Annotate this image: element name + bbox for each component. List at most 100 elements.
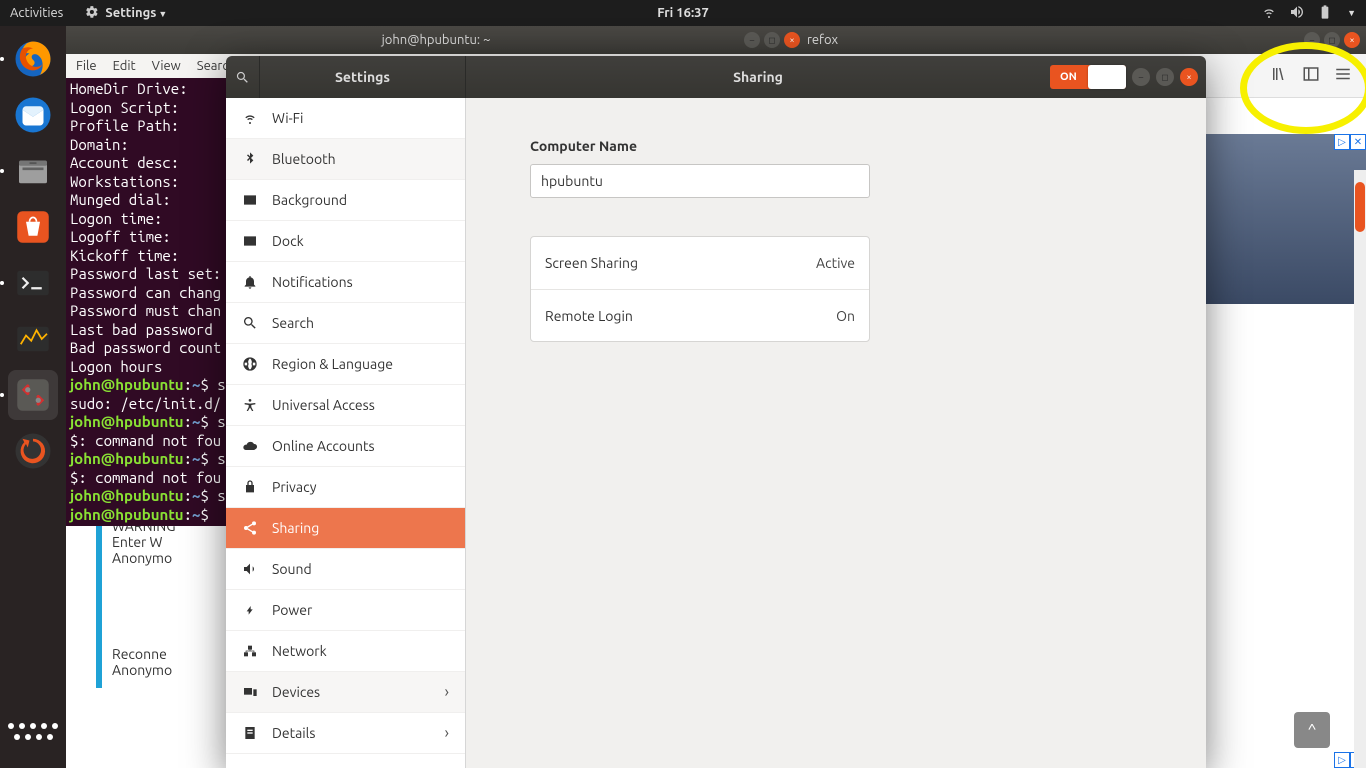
- power-icon: [242, 602, 258, 618]
- terminal-titlebar[interactable]: john@hpubuntu: ~ – ◻ ×: [66, 26, 806, 54]
- settings-pane-title: Sharing: [466, 69, 1050, 85]
- launcher-terminal[interactable]: [8, 258, 58, 308]
- category-label: Region & Language: [272, 356, 393, 372]
- launcher-settings[interactable]: [8, 370, 58, 420]
- category-privacy[interactable]: Privacy: [226, 467, 465, 508]
- adchoices-icon[interactable]: ▷: [1334, 752, 1350, 768]
- details-icon: [242, 725, 258, 741]
- category-label: Universal Access: [272, 397, 375, 413]
- library-icon[interactable]: [1270, 65, 1288, 87]
- category-label: Devices: [272, 684, 320, 700]
- launcher-firefox[interactable]: [8, 34, 58, 84]
- launcher-files[interactable]: [8, 146, 58, 196]
- ad-close-icon[interactable]: ✕: [1350, 134, 1366, 150]
- category-label: Search: [272, 315, 314, 331]
- settings-search-button[interactable]: [226, 56, 260, 98]
- category-dock[interactable]: Dock: [226, 221, 465, 262]
- category-universal-access[interactable]: Universal Access: [226, 385, 465, 426]
- scrollbar-thumb[interactable]: [1355, 182, 1365, 232]
- category-devices[interactable]: Devices ›: [226, 672, 465, 713]
- share-icon: [242, 520, 258, 536]
- share-row-status: Active: [816, 255, 855, 271]
- category-sharing[interactable]: Sharing: [226, 508, 465, 549]
- close-button[interactable]: ×: [1180, 68, 1198, 86]
- app-indicator[interactable]: Settings▼: [105, 6, 167, 20]
- category-region-language[interactable]: Region & Language: [226, 344, 465, 385]
- background-icon: [242, 192, 258, 208]
- category-label: Network: [272, 643, 327, 659]
- category-label: Background: [272, 192, 347, 208]
- share-row-screen-sharing[interactable]: Screen Sharing Active: [531, 237, 869, 289]
- sharing-options-list: Screen Sharing Active Remote Login On: [530, 236, 870, 342]
- sidebar-icon[interactable]: [1302, 65, 1320, 87]
- maximize-button[interactable]: ◻: [764, 32, 780, 48]
- settings-window: Settings Sharing ON – ◻ × Wi-Fi Bluetooth…: [226, 56, 1206, 768]
- minimize-button[interactable]: –: [1132, 68, 1150, 86]
- lock-icon: [242, 479, 258, 495]
- hamburger-menu-icon[interactable]: [1334, 65, 1352, 87]
- category-power[interactable]: Power: [226, 590, 465, 631]
- settings-headerbar: Settings Sharing ON – ◻ ×: [226, 56, 1206, 98]
- page-scrollbar[interactable]: [1354, 170, 1366, 768]
- toggle-knob: [1088, 65, 1126, 89]
- terminal-menu-view[interactable]: View: [152, 59, 181, 73]
- category-details[interactable]: Details ›: [226, 713, 465, 754]
- show-applications-button[interactable]: [8, 706, 58, 756]
- scroll-to-top-button[interactable]: ^: [1294, 712, 1330, 748]
- share-row-label: Remote Login: [545, 308, 633, 324]
- dock-launcher: [0, 26, 66, 768]
- category-label: Bluetooth: [272, 151, 336, 167]
- close-button[interactable]: ×: [784, 32, 800, 48]
- category-search[interactable]: Search: [226, 303, 465, 344]
- share-row-label: Screen Sharing: [545, 255, 638, 271]
- activities-button[interactable]: Activities: [10, 6, 63, 20]
- wifi-icon: [242, 110, 258, 126]
- category-label: Wi-Fi: [272, 110, 303, 126]
- terminal-menu-file[interactable]: File: [76, 59, 97, 73]
- category-label: Privacy: [272, 479, 316, 495]
- category-sound[interactable]: Sound: [226, 549, 465, 590]
- globe-icon: [242, 356, 258, 372]
- share-row-status: On: [836, 308, 855, 324]
- category-network[interactable]: Network: [226, 631, 465, 672]
- close-button[interactable]: ×: [1344, 32, 1360, 48]
- network-icon: [242, 643, 258, 659]
- category-notifications[interactable]: Notifications: [226, 262, 465, 303]
- category-background[interactable]: Background: [226, 180, 465, 221]
- category-label: Details: [272, 725, 315, 741]
- share-row-remote-login[interactable]: Remote Login On: [531, 289, 869, 341]
- category-label: Power: [272, 602, 312, 618]
- chevron-right-icon: ›: [445, 683, 450, 701]
- maximize-button[interactable]: ◻: [1324, 32, 1340, 48]
- settings-gear-icon: [85, 5, 99, 22]
- launcher-thunderbird[interactable]: [8, 90, 58, 140]
- chevron-right-icon: ›: [445, 724, 450, 742]
- ad-banner[interactable]: [1196, 134, 1366, 304]
- topbar-clock[interactable]: Fri 16:37: [657, 6, 709, 20]
- adchoices-icon[interactable]: ▷: [1334, 134, 1350, 150]
- category-online-accounts[interactable]: Online Accounts: [226, 426, 465, 467]
- devices-icon: [242, 684, 258, 700]
- bell-icon: [242, 274, 258, 290]
- terminal-menu-edit[interactable]: Edit: [113, 59, 136, 73]
- minimize-button[interactable]: –: [1304, 32, 1320, 48]
- launcher-updater[interactable]: [8, 426, 58, 476]
- launcher-software[interactable]: [8, 202, 58, 252]
- computer-name-input[interactable]: [530, 164, 870, 198]
- category-bluetooth[interactable]: Bluetooth: [226, 139, 465, 180]
- category-label: Sound: [272, 561, 312, 577]
- volume-icon[interactable]: [1289, 4, 1305, 23]
- maximize-button[interactable]: ◻: [1156, 68, 1174, 86]
- minimize-button[interactable]: –: [744, 32, 760, 48]
- sharing-pane: Computer Name Screen Sharing Active Remote…: [466, 98, 1206, 768]
- wifi-status-icon[interactable]: [1261, 4, 1277, 23]
- terminal-title-text: john@hpubuntu: ~: [382, 33, 491, 47]
- category-wi-fi[interactable]: Wi-Fi: [226, 98, 465, 139]
- computer-name-label: Computer Name: [530, 138, 1142, 154]
- power-menu-icon[interactable]: ▼: [1347, 8, 1356, 18]
- category-label: Sharing: [272, 520, 319, 536]
- launcher-system-monitor[interactable]: [8, 314, 58, 364]
- battery-icon[interactable]: [1317, 4, 1333, 23]
- settings-category-list: Wi-Fi Bluetooth Background DockNotification…: [226, 98, 466, 768]
- sharing-master-toggle[interactable]: ON: [1050, 65, 1126, 89]
